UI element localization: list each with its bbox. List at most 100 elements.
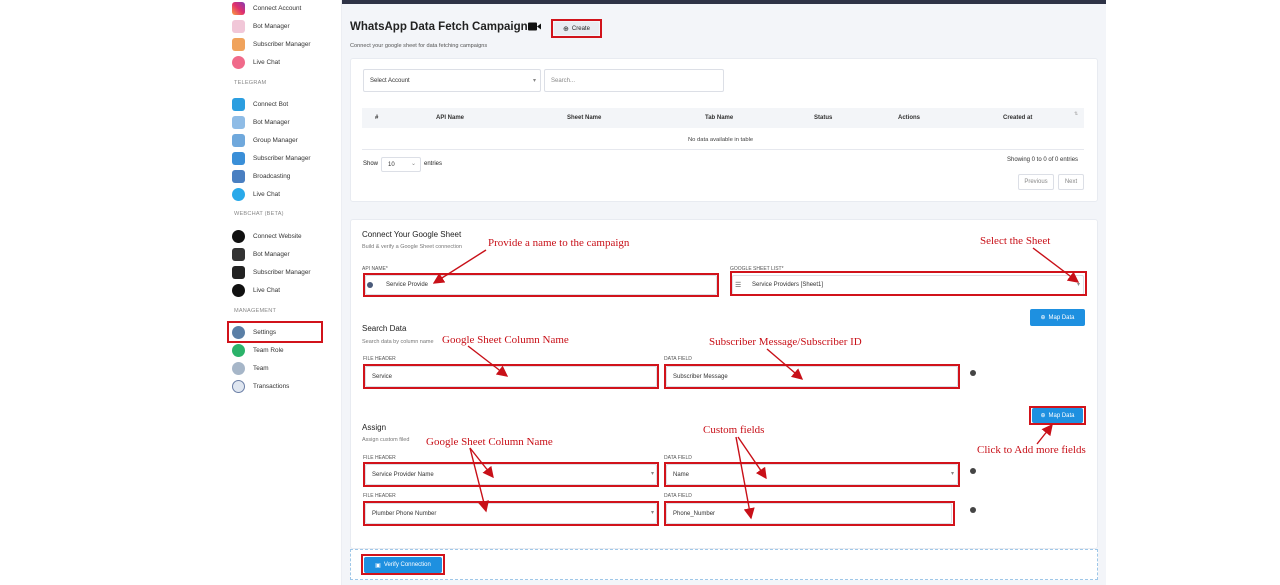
group-icon <box>232 133 245 147</box>
sidebar-item-tg-group-manager[interactable]: Group Manager <box>232 132 338 148</box>
telegram-icon <box>232 97 245 111</box>
bot-icon <box>232 19 245 33</box>
annotation-gs-column-2: Google Sheet Column Name <box>426 436 553 448</box>
form-subtitle: Build & verify a Google Sheet connection <box>362 244 462 250</box>
section-management: MANAGEMENT <box>234 308 277 314</box>
api-name-highlight <box>363 273 719 297</box>
sidebar-item-ig-connect-account[interactable]: Connect Account <box>232 0 338 16</box>
sidebar-item-team[interactable]: Team <box>232 360 338 376</box>
sidebar-item-wc-subscriber-manager[interactable]: Subscriber Manager <box>232 264 338 280</box>
transactions-icon <box>232 379 245 393</box>
show-label: Show <box>363 161 379 167</box>
col-index: # <box>375 115 379 121</box>
col-api-name[interactable]: API Name <box>436 115 464 121</box>
annotation-subscriber-message: Subscriber Message/Subscriber ID <box>709 336 862 348</box>
assign-data-field-highlight-1 <box>664 462 960 487</box>
plus-circle-icon: ⊕ <box>1040 315 1046 321</box>
sidebar-item-tg-live-chat[interactable]: Live Chat <box>232 186 338 202</box>
map-data-highlight <box>1029 406 1086 425</box>
annotation-gs-column-1: Google Sheet Column Name <box>442 334 569 346</box>
sidebar-item-wc-connect-website[interactable]: Connect Website <box>232 228 338 244</box>
data-field-label: DATA FIELD <box>664 356 692 362</box>
sidebar-item-ig-live-chat[interactable]: Live Chat <box>232 54 338 70</box>
sidebar-item-tg-broadcasting[interactable]: Broadcasting <box>232 168 338 184</box>
data-field-label: DATA FIELD <box>664 455 692 461</box>
select-account-dropdown[interactable]: Select Account <box>363 69 541 92</box>
sidebar-item-wc-live-chat[interactable]: Live Chat <box>232 282 338 298</box>
map-data-button-search[interactable]: ⊕ Map Data <box>1030 309 1085 326</box>
video-icon[interactable] <box>528 22 541 31</box>
col-created-at[interactable]: Created at <box>1003 115 1032 121</box>
col-actions[interactable]: Actions <box>898 115 920 121</box>
subscriber-icon <box>232 37 245 51</box>
assign-file-header-highlight-1 <box>363 462 659 487</box>
verify-highlight <box>361 554 445 575</box>
assign-file-header-highlight-2 <box>363 501 659 526</box>
empty-table-message: No data available in table <box>688 137 754 143</box>
bot-icon <box>232 247 245 261</box>
team-icon <box>232 361 245 375</box>
annotation-custom-fields: Custom fields <box>703 424 765 436</box>
file-header-label: FILE HEADER <box>363 356 396 362</box>
page-subtitle: Connect your google sheet for data fetch… <box>350 43 488 49</box>
search-file-header-highlight <box>363 364 659 389</box>
chat-icon <box>232 283 245 297</box>
globe-icon <box>232 229 245 243</box>
sidebar-item-ig-subscriber-manager[interactable]: Subscriber Manager <box>232 36 338 52</box>
remove-icon[interactable] <box>970 507 976 513</box>
broadcast-icon <box>232 169 245 183</box>
sidebar-item-ig-bot-manager[interactable]: Bot Manager <box>232 18 338 34</box>
search-data-subtitle: Search data by column name <box>362 339 434 345</box>
section-webchat: WEBCHAT (BETA) <box>234 211 284 217</box>
settings-highlight <box>227 321 323 343</box>
chat-icon <box>232 55 245 69</box>
page-title: WhatsApp Data Fetch Campaigns <box>350 21 535 33</box>
next-button[interactable]: Next <box>1058 174 1084 190</box>
sort-icon[interactable]: ⇅ <box>1074 111 1078 117</box>
table-info: Showing 0 to 0 of 0 entries <box>1007 157 1079 163</box>
sidebar: Connect Account Bot Manager Subscriber M… <box>222 0 342 585</box>
api-name-label: API NAME* <box>362 266 388 272</box>
search-data-title: Search Data <box>362 324 407 333</box>
search-input[interactable]: Search... <box>544 69 724 92</box>
chevron-down-icon: ⌄ <box>411 161 417 167</box>
plus-circle-icon: ⊕ <box>563 25 569 33</box>
assign-title: Assign <box>362 423 387 432</box>
col-tab-name[interactable]: Tab Name <box>705 115 733 121</box>
sheet-list-highlight <box>730 271 1087 296</box>
file-header-label: FILE HEADER <box>363 493 396 499</box>
table-divider <box>362 149 1084 150</box>
form-footer <box>350 549 1098 580</box>
entries-label: entries <box>424 161 443 167</box>
assign-subtitle: Assign custom filed <box>362 437 410 443</box>
file-header-label: FILE HEADER <box>363 455 396 461</box>
instagram-icon <box>232 1 245 15</box>
subscriber-icon <box>232 151 245 165</box>
annotation-add-more: Click to Add more fields <box>977 444 1086 456</box>
chevron-down-icon: ▾ <box>533 78 537 84</box>
previous-button[interactable]: Previous <box>1018 174 1054 190</box>
remove-icon[interactable] <box>970 468 976 474</box>
top-bar <box>342 0 1106 4</box>
sidebar-item-team-role[interactable]: Team Role <box>232 342 338 358</box>
create-button[interactable]: ⊕ Create <box>554 22 599 35</box>
section-telegram: TELEGRAM <box>234 80 267 86</box>
sidebar-item-transactions[interactable]: Transactions <box>232 378 338 394</box>
chat-icon <box>232 187 245 201</box>
bot-icon <box>232 115 245 129</box>
sidebar-item-wc-bot-manager[interactable]: Bot Manager <box>232 246 338 262</box>
annotation-select-sheet: Select the Sheet <box>980 235 1051 247</box>
col-sheet-name[interactable]: Sheet Name <box>567 115 601 121</box>
sidebar-item-tg-connect-bot[interactable]: Connect Bot <box>232 96 338 112</box>
form-title: Connect Your Google Sheet <box>362 230 462 239</box>
annotation-provide-name: Provide a name to the campaign <box>488 237 630 249</box>
assign-data-field-highlight-2 <box>664 501 955 526</box>
search-data-field-highlight <box>664 364 960 389</box>
col-status[interactable]: Status <box>814 115 832 121</box>
data-field-label: DATA FIELD <box>664 493 692 499</box>
sidebar-item-tg-subscriber-manager[interactable]: Subscriber Manager <box>232 150 338 166</box>
sidebar-item-tg-bot-manager[interactable]: Bot Manager <box>232 114 338 130</box>
subscriber-icon <box>232 265 245 279</box>
shield-icon <box>232 343 245 357</box>
remove-icon[interactable] <box>970 370 976 376</box>
